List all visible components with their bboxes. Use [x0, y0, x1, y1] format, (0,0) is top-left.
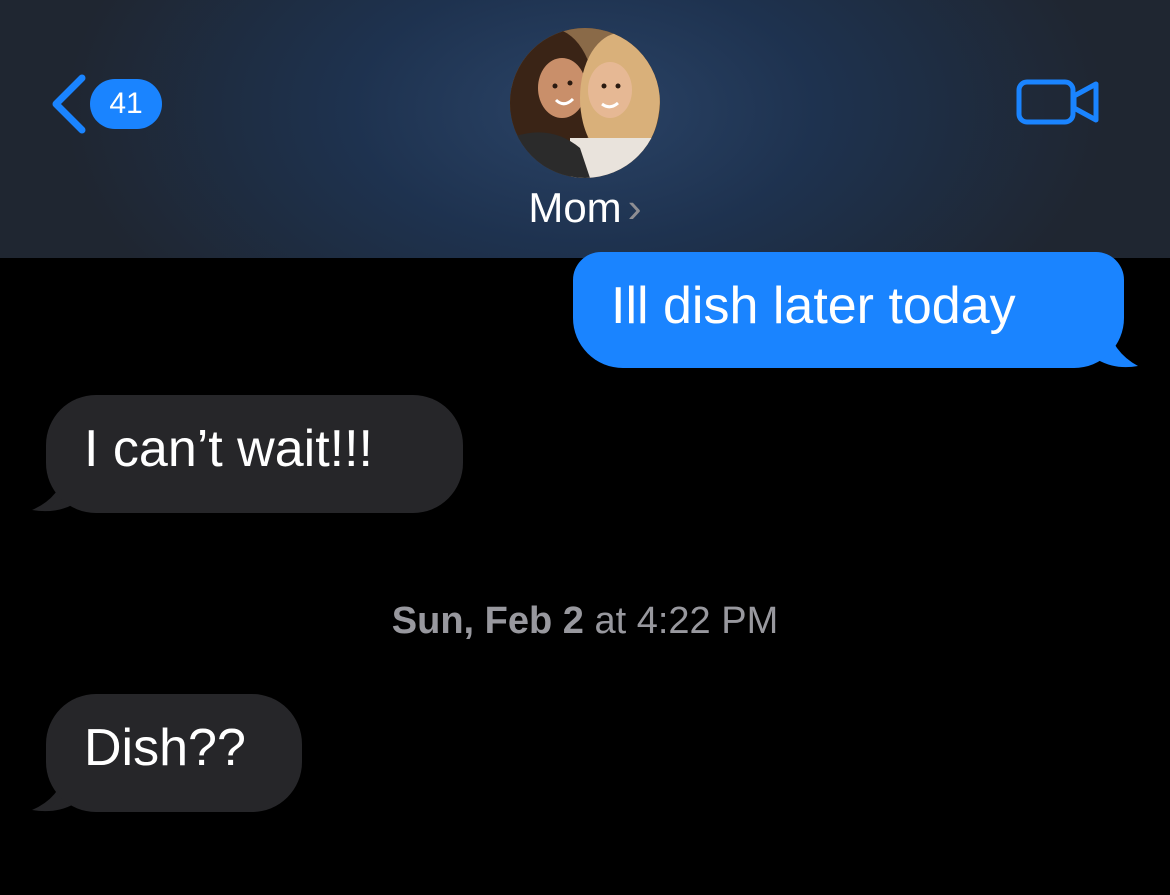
- unread-count-badge: 41: [90, 79, 162, 129]
- message-bubble-incoming[interactable]: I can’t wait!!!: [46, 395, 463, 513]
- video-camera-icon[interactable]: [1016, 76, 1100, 128]
- timestamp-time: at 4:22 PM: [594, 600, 779, 642]
- contact-name-button[interactable]: Mom ›: [0, 180, 1170, 236]
- message-text: Dish??: [84, 719, 246, 777]
- conversation-header: 41 Mom ›: [0, 0, 1170, 258]
- contact-avatar[interactable]: [510, 28, 660, 178]
- contact-name: Mom: [528, 184, 622, 231]
- avatar-photo: [510, 28, 660, 178]
- back-button[interactable]: 41: [48, 72, 162, 136]
- message-bubble-incoming[interactable]: Dish??: [46, 694, 302, 812]
- message-text: I can’t wait!!!: [84, 420, 373, 478]
- chevron-left-icon: [52, 74, 86, 134]
- timestamp-date: Sun, Feb 2: [391, 600, 584, 642]
- message-text: Ill dish later today: [611, 277, 1016, 335]
- chevron-right-icon: ›: [627, 184, 642, 231]
- message-timestamp: Sun, Feb 2 at 4:22 PM: [0, 596, 1170, 646]
- message-bubble-outgoing[interactable]: Ill dish later today: [573, 252, 1124, 368]
